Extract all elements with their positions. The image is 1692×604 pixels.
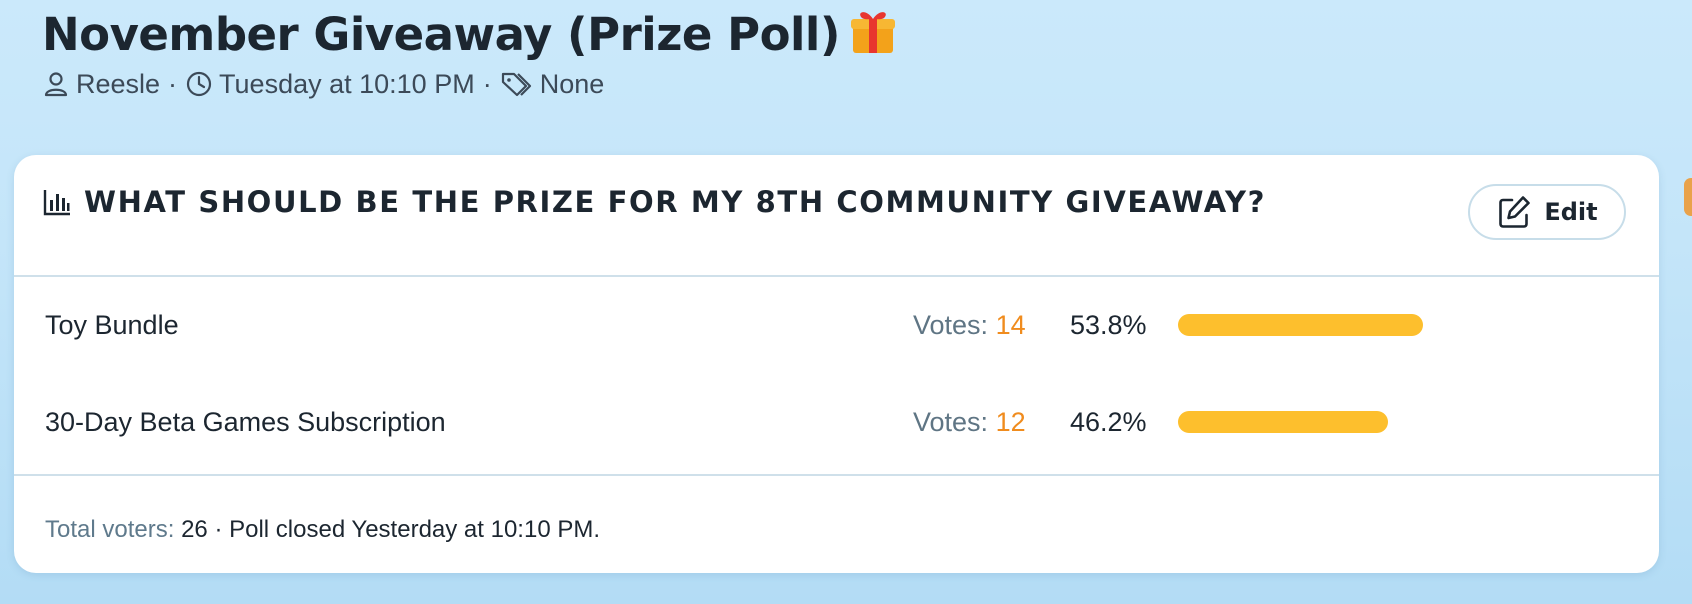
page-edge-decoration [1684, 178, 1692, 216]
poll-footer: Total voters: 26 · Poll closed Yesterday… [45, 510, 600, 550]
poll-closed-text: Poll closed Yesterday at 10:10 PM. [229, 516, 601, 543]
option-bar [1178, 411, 1628, 433]
option-votes: Votes: 14 [913, 295, 1026, 355]
votes-prefix: Votes: [913, 407, 989, 437]
poll-card: WHAT SHOULD BE THE PRIZE FOR MY 8TH COMM… [14, 155, 1659, 573]
author-link[interactable]: Reesle [76, 69, 160, 100]
poll-header: WHAT SHOULD BE THE PRIZE FOR MY 8TH COMM… [14, 155, 1659, 277]
poll-options: Toy Bundle Votes: 14 53.8% 30-Day Beta G… [14, 277, 1659, 476]
option-votes: Votes: 12 [913, 392, 1026, 452]
option-bar [1178, 314, 1628, 336]
user-icon [42, 70, 70, 98]
option-percent: 53.8% [1070, 310, 1147, 340]
post-date-link[interactable]: Tuesday at 10:10 PM [219, 69, 475, 100]
option-bar-fill [1178, 314, 1423, 336]
poll-option-row: 30-Day Beta Games Subscription Votes: 12… [14, 392, 1659, 452]
meta-separator: · [168, 68, 178, 99]
poll-question-text: WHAT SHOULD BE THE PRIZE FOR MY 8TH COMM… [84, 185, 1267, 219]
edit-poll-button[interactable]: Edit [1468, 184, 1626, 240]
total-voters-label: Total voters: [45, 516, 175, 543]
vote-count: 12 [995, 407, 1026, 437]
vote-count: 14 [995, 310, 1026, 340]
option-label: 30-Day Beta Games Subscription [45, 407, 446, 437]
option-label: Toy Bundle [45, 310, 179, 340]
option-percent: 46.2% [1070, 407, 1147, 437]
bar-chart-icon [42, 187, 72, 217]
thread-title: November Giveaway (Prize Poll) [42, 6, 898, 63]
gift-icon [848, 6, 898, 56]
footer-separator: · [214, 516, 223, 543]
thread-meta: Reesle · Tuesday at 10:10 PM · None [42, 64, 604, 104]
meta-separator: · [482, 68, 492, 99]
tags-icon [500, 70, 534, 98]
option-bar-fill [1178, 411, 1388, 433]
thread-title-text: November Giveaway (Prize Poll) [42, 8, 840, 61]
clock-icon [185, 70, 213, 98]
poll-option-row: Toy Bundle Votes: 14 53.8% [14, 295, 1659, 355]
edit-icon [1496, 194, 1532, 230]
edit-label: Edit [1544, 198, 1598, 226]
votes-prefix: Votes: [913, 310, 989, 340]
total-voters-value: 26 [181, 516, 208, 543]
tags-value: None [539, 68, 605, 99]
poll-question: WHAT SHOULD BE THE PRIZE FOR MY 8TH COMM… [42, 185, 1266, 219]
